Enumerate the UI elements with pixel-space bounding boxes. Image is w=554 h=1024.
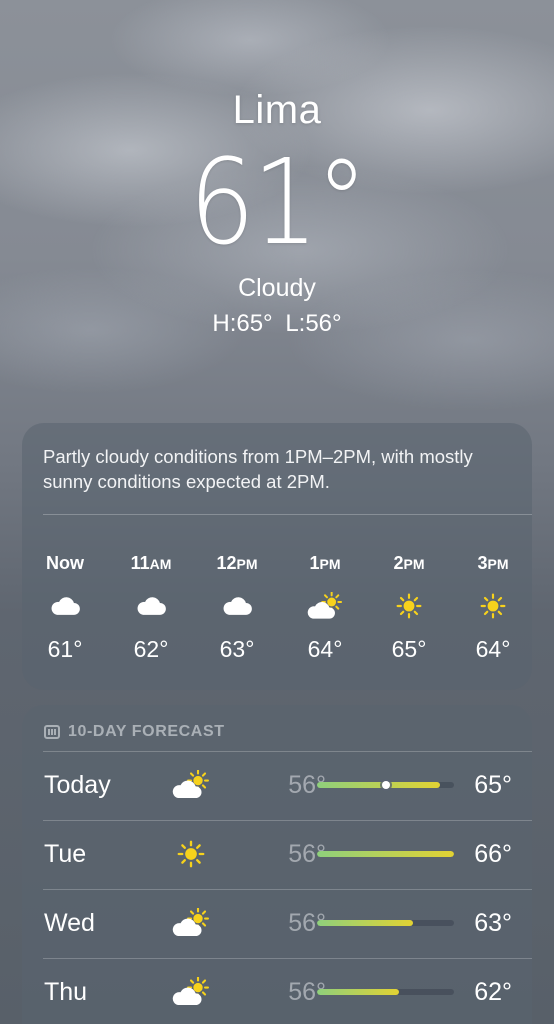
cloud-icon xyxy=(111,576,191,636)
day-name: Thu xyxy=(44,978,88,1006)
hourly-forecast-card[interactable]: Partly cloudy conditions from 1PM–2PM, w… xyxy=(22,423,532,690)
partly-sunny-icon xyxy=(285,576,365,636)
temp-range-fill xyxy=(317,989,400,995)
day-high: 65° xyxy=(474,771,512,799)
sun-icon xyxy=(166,834,216,874)
hour-item: 12PM 63° xyxy=(197,550,277,663)
divider xyxy=(43,514,532,515)
ten-day-title: 10-DAY FORECAST xyxy=(68,723,225,740)
temp-range-bar xyxy=(317,781,454,789)
day-name: Wed xyxy=(44,909,95,937)
high-low-text: H:65° L:56° xyxy=(212,310,342,337)
ten-day-forecast-card[interactable]: 10-DAY FORECAST Today 56° 65° Tue 56° 66° Wed… xyxy=(22,705,532,1024)
city-name: Lima xyxy=(232,88,322,132)
hour-item: 11AM 62° xyxy=(111,550,191,663)
hour-item: Now 61° xyxy=(25,550,105,663)
current-temperature: 61° xyxy=(188,133,368,271)
partly-sunny-icon xyxy=(166,903,216,943)
hour-temp: 63° xyxy=(219,636,255,662)
hour-item: 3PM 64° xyxy=(453,550,532,663)
sun-icon xyxy=(453,576,532,636)
summary-text: Partly cloudy conditions from 1PM–2PM, w… xyxy=(43,446,473,492)
day-row[interactable]: Today 56° 65° xyxy=(22,751,532,820)
cloud-icon xyxy=(25,576,105,636)
day-row[interactable]: Tue 56° 66° xyxy=(22,820,532,889)
day-name: Today xyxy=(44,771,111,799)
hour-temp: 61° xyxy=(47,636,83,662)
partly-sunny-icon xyxy=(166,972,216,1012)
hourly-list[interactable]: Now 61° 11AM 62° 12PM 63° 1PM 64° 2PM 65° 3PM 64° xyxy=(22,550,532,680)
hour-time: 11AM xyxy=(130,553,172,573)
day-row[interactable]: Wed 56° 63° xyxy=(22,889,532,958)
day-row[interactable]: Thu 56° 62° xyxy=(22,958,532,1024)
temp-range-bar xyxy=(317,989,454,995)
hour-time: 12PM xyxy=(216,553,258,573)
hour-temp: 65° xyxy=(391,636,427,662)
temp-range-fill xyxy=(317,920,413,926)
hour-temp: 64° xyxy=(307,636,343,662)
hour-time: 2PM xyxy=(393,553,425,573)
day-high: 63° xyxy=(474,909,512,937)
forecast-summary: Partly cloudy conditions from 1PM–2PM, w… xyxy=(43,444,513,494)
day-name: Tue xyxy=(44,840,87,868)
hour-time: 3PM xyxy=(477,553,509,573)
ten-day-header: 10-DAY FORECAST xyxy=(44,723,225,741)
temp-range-fill xyxy=(317,782,441,788)
hour-time: 1PM xyxy=(309,553,341,573)
sun-icon xyxy=(369,576,449,636)
hour-item: 2PM 65° xyxy=(369,550,449,663)
condition-text: Cloudy xyxy=(238,274,316,302)
partly-sunny-icon xyxy=(166,765,216,805)
day-high: 62° xyxy=(474,978,512,1006)
hour-temp: 64° xyxy=(475,636,511,662)
temp-range-bar xyxy=(317,851,454,857)
temp-range-fill xyxy=(317,851,454,857)
temp-range-bar xyxy=(317,920,454,926)
cloud-icon xyxy=(197,576,277,636)
hour-temp: 62° xyxy=(133,636,169,662)
day-high: 66° xyxy=(474,840,512,868)
current-temp-marker xyxy=(381,781,390,789)
hour-item: 1PM 64° xyxy=(285,550,365,663)
calendar-icon xyxy=(44,725,60,739)
hour-time: Now xyxy=(46,553,84,573)
